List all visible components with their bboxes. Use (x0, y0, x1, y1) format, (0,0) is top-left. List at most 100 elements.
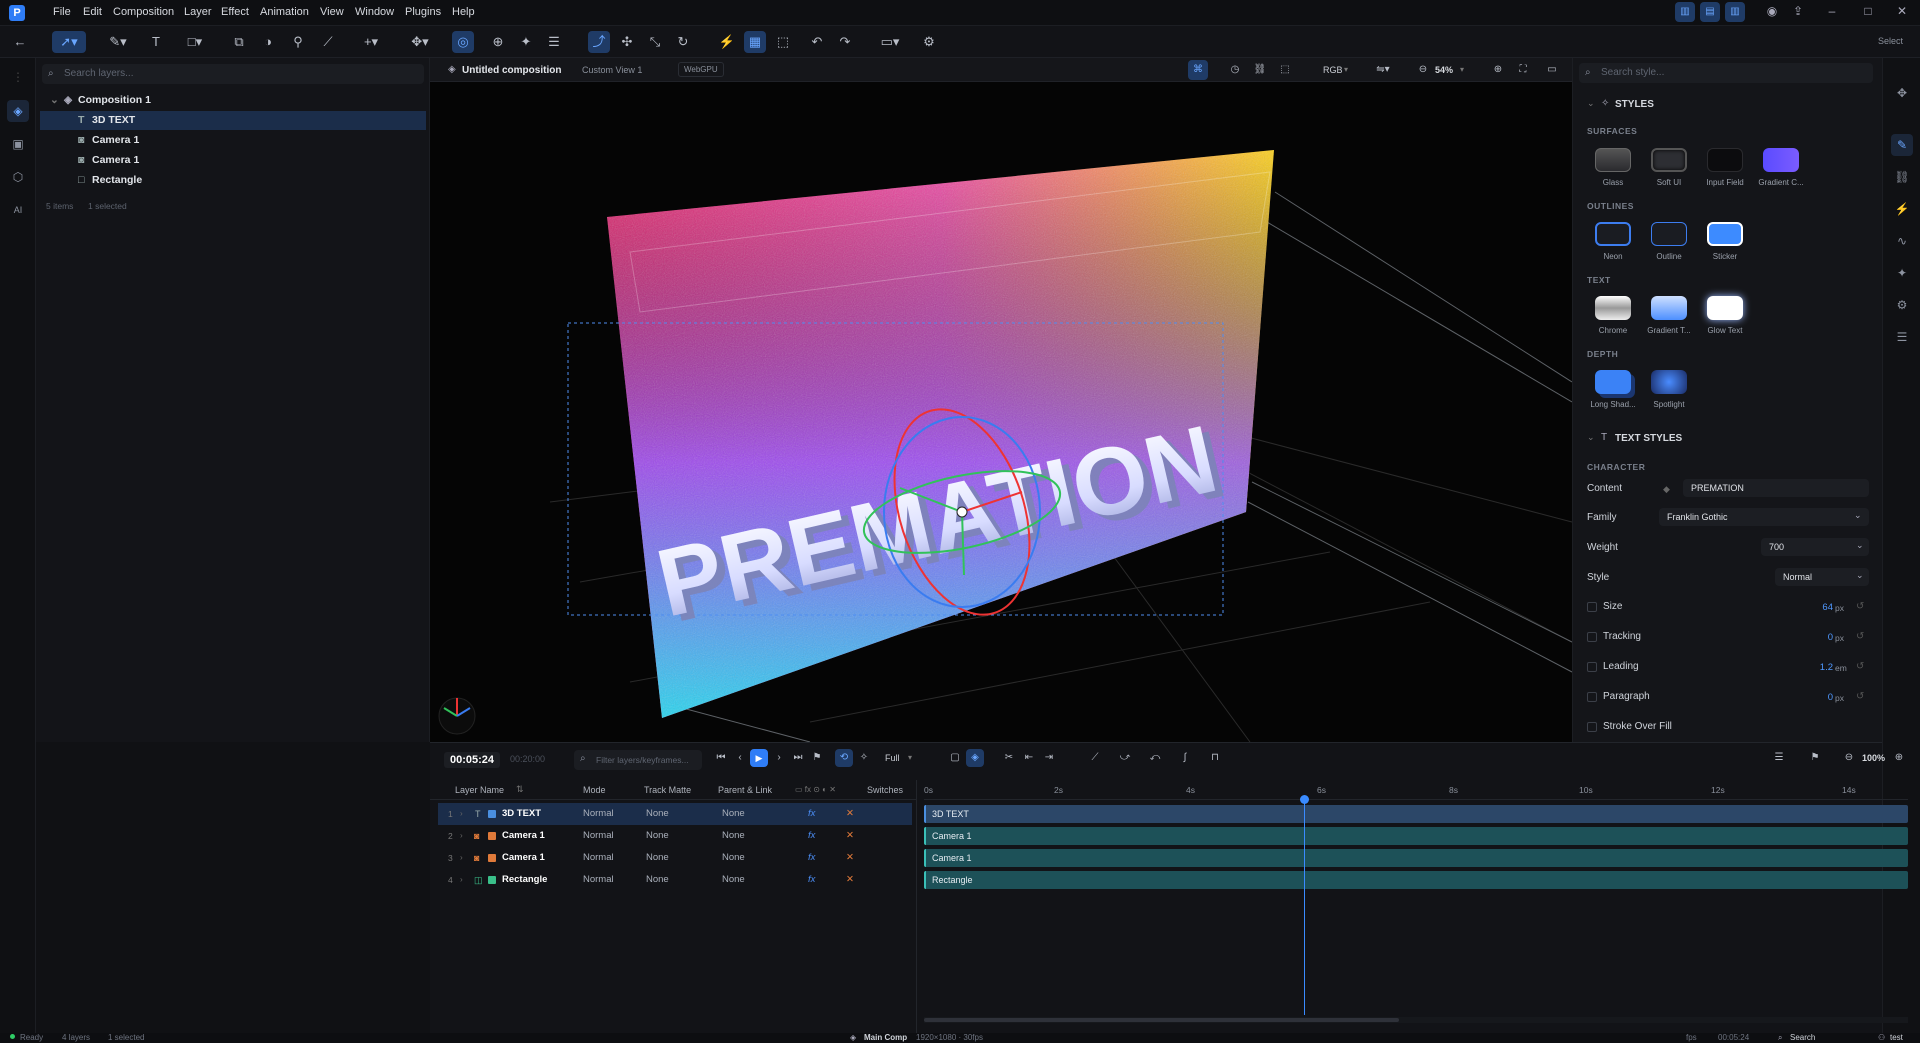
crop-icon[interactable]: ⬚ (1275, 60, 1295, 80)
step-forward-icon[interactable]: › (770, 749, 788, 767)
menu-plugins[interactable]: Plugins (405, 6, 441, 18)
motion-blur-switch-icon[interactable]: ✕ (846, 847, 854, 869)
layout-right-icon[interactable]: ▥ (1725, 2, 1745, 22)
text-tool-icon[interactable]: T (145, 31, 167, 53)
reset-icon[interactable]: ↺ (1856, 661, 1864, 672)
timeline-filter-input[interactable]: Filter layers/keyframes... (574, 750, 702, 770)
timeline-zoom[interactable]: 100% (1862, 753, 1885, 763)
layout-left-icon[interactable]: ▥ (1675, 2, 1695, 22)
fx-icon[interactable]: fx (808, 803, 815, 825)
zoom-out-icon[interactable]: ⊖ (1413, 60, 1433, 80)
layer-bar-camera[interactable]: Camera 1 (924, 827, 1908, 845)
leading-value[interactable]: 1.2 (1773, 662, 1833, 673)
menu-effect[interactable]: Effect (221, 6, 249, 18)
ease-in-icon[interactable]: ⤻ (1112, 749, 1138, 767)
clock-icon[interactable]: ◷ (1225, 60, 1245, 80)
objects-icon[interactable]: ⬡ (7, 166, 29, 188)
cube-icon[interactable]: ✦ (515, 31, 537, 53)
minimize-icon[interactable]: – (1823, 4, 1841, 18)
style-select[interactable]: Normal (1775, 568, 1869, 586)
path-tool-icon[interactable]: ⤴ (588, 31, 610, 53)
chevron-right-icon[interactable]: › (460, 803, 463, 825)
leading-checkbox[interactable] (1587, 662, 1597, 672)
row-mode[interactable]: Normal (583, 847, 614, 869)
chevron-down-icon[interactable]: ⌄ (1587, 98, 1595, 109)
settings-gear-icon[interactable]: ⚙ (1891, 294, 1913, 316)
sort-icon[interactable]: ⇅ (516, 784, 524, 795)
list-icon[interactable]: ☰ (1770, 749, 1788, 767)
menu-window[interactable]: Window (355, 6, 394, 18)
row-layer-name[interactable]: Camera 1 (502, 847, 545, 869)
label-color-swatch[interactable] (488, 832, 496, 840)
paragraph-checkbox[interactable] (1587, 692, 1597, 702)
ease-out-icon[interactable]: ⤺ (1142, 749, 1168, 767)
layers-stack-icon[interactable]: ☰ (543, 31, 565, 53)
layers-icon[interactable]: ◈ (7, 100, 29, 122)
split-right-icon[interactable]: ⇥ (1040, 749, 1058, 767)
resolution-select[interactable]: Full (885, 753, 900, 763)
style-neon[interactable] (1595, 222, 1631, 246)
split-left-icon[interactable]: ⇤ (1020, 749, 1038, 767)
graph-icon[interactable]: ∿ (1891, 230, 1913, 252)
hold-icon[interactable]: ⊓ (1202, 749, 1228, 767)
weight-select[interactable]: 700 (1761, 538, 1869, 556)
table-row[interactable]: 3 › ◙ Camera 1 Normal None None fx ✕ (438, 847, 912, 869)
reset-icon[interactable]: ↺ (1856, 691, 1864, 702)
maximize-icon[interactable]: □ (1859, 4, 1877, 18)
preview-eye-icon[interactable]: ◉ (1763, 4, 1781, 18)
fx-icon[interactable]: fx (808, 869, 815, 891)
content-input[interactable]: PREMATION (1683, 479, 1869, 497)
chevron-right-icon[interactable]: › (460, 869, 463, 891)
zoom-out-icon[interactable]: ⊖ (1840, 749, 1858, 767)
tree-layer-rectangle[interactable]: □ Rectangle (40, 171, 426, 190)
style-glow-text[interactable] (1707, 296, 1743, 320)
lightning-icon[interactable]: ⚡ (1891, 198, 1913, 220)
mask-icon[interactable]: ◑ (257, 31, 279, 53)
move-icon[interactable]: ✣ (616, 31, 638, 53)
row-mode[interactable]: Normal (583, 825, 614, 847)
nodes-icon[interactable]: ✦ (1891, 262, 1913, 284)
fit-icon[interactable]: ⛶ (1513, 60, 1533, 80)
label-color-swatch[interactable] (488, 810, 496, 818)
time-ruler[interactable]: 0s 2s 4s 6s 8s 10s 12s 14s (924, 780, 1908, 800)
add-icon[interactable]: +▾ (356, 31, 386, 53)
brush-icon[interactable]: ⟋ (317, 31, 339, 53)
ease-in-out-icon[interactable]: ∫ (1172, 749, 1198, 767)
tree-composition[interactable]: ⌄ ◈ Composition 1 (40, 91, 426, 110)
loop-icon[interactable]: ⟲ (835, 749, 853, 767)
reset-icon[interactable]: ↺ (1856, 631, 1864, 642)
grid-icon[interactable]: ▦ (744, 31, 766, 53)
comment-icon[interactable]: ▢ (946, 749, 964, 767)
row-matte[interactable]: None (646, 825, 669, 847)
style-outline[interactable] (1651, 222, 1687, 246)
globe-icon[interactable]: ⊕ (487, 31, 509, 53)
composition-tab[interactable]: Untitled composition (462, 65, 561, 76)
current-time[interactable]: 00:05:24 (444, 752, 501, 768)
layer-bar-3d-text[interactable]: 3D TEXT (924, 805, 1908, 823)
tree-layer-3d-text[interactable]: T 3D TEXT (40, 111, 426, 130)
layout-icon[interactable]: ▭▾ (875, 31, 905, 53)
timeline-scrollbar[interactable] (924, 1017, 1908, 1023)
motion-blur-icon[interactable]: ◈ (966, 749, 984, 767)
zoom-level[interactable]: 54% (1435, 65, 1453, 75)
menu-animation[interactable]: Animation (260, 6, 309, 18)
paragraph-value[interactable]: 0 (1773, 692, 1833, 703)
adjust-icon[interactable]: ⇋▾ (1370, 60, 1396, 80)
marker-icon[interactable]: ⚑ (1800, 749, 1830, 767)
tree-layer-camera[interactable]: ◙ Camera 1 (40, 131, 426, 150)
style-gradient-text[interactable] (1651, 296, 1687, 320)
flag-icon[interactable]: ⚑ (808, 749, 826, 767)
menu-view[interactable]: View (320, 6, 344, 18)
row-mode[interactable]: Normal (583, 869, 614, 891)
skip-end-icon[interactable]: ⏭ (789, 749, 807, 767)
row-layer-name[interactable]: Rectangle (502, 869, 547, 891)
chevron-right-icon[interactable]: › (460, 847, 463, 869)
zoom-in-icon[interactable]: ⊕ (1488, 60, 1508, 80)
settings-gear-icon[interactable]: ⚙ (918, 31, 940, 53)
row-matte[interactable]: None (646, 869, 669, 891)
menu-file[interactable]: File (53, 6, 71, 18)
pin-icon[interactable]: ⚲ (287, 31, 309, 53)
row-layer-name[interactable]: 3D TEXT (502, 803, 541, 825)
skip-start-icon[interactable]: ⏮ (712, 749, 730, 767)
anchor-icon[interactable]: ✥▾ (405, 31, 435, 53)
